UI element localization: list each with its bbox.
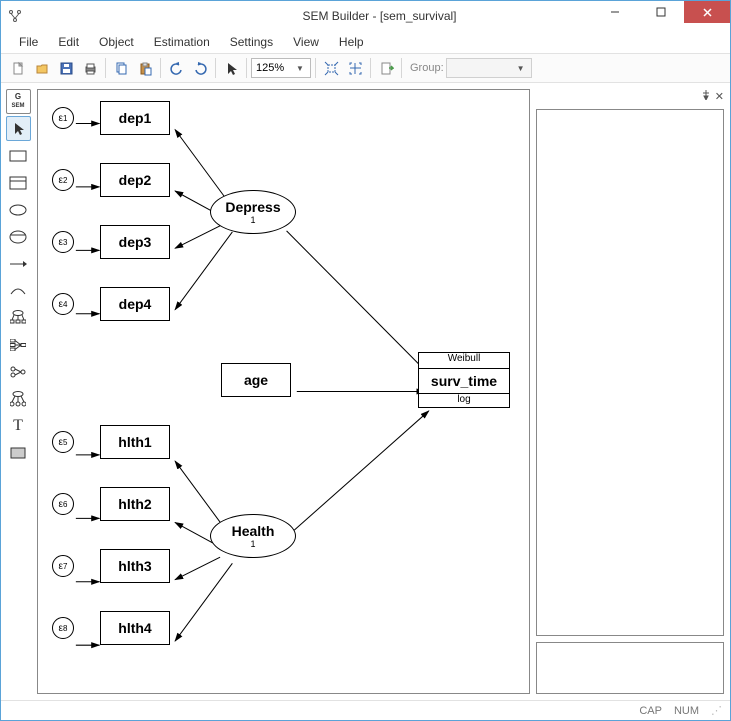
estimate-icon[interactable] [375, 57, 397, 79]
close-button[interactable] [684, 1, 730, 23]
menu-estimation[interactable]: Estimation [146, 33, 218, 51]
pin-icon[interactable] [701, 90, 711, 103]
outcome-surv-time[interactable]: Weibull surv_time log [418, 352, 510, 408]
error-e7[interactable]: ε7 [52, 555, 74, 577]
menu-object[interactable]: Object [91, 33, 142, 51]
canvas-area: ε1 ε2 ε3 ε4 ε5 ε6 ε7 ε8 dep1 dep2 dep3 d… [35, 83, 536, 700]
observed-dep4[interactable]: dep4 [100, 287, 170, 321]
chevron-down-icon: ▼ [296, 64, 306, 73]
tool-regression[interactable] [6, 332, 31, 357]
save-icon[interactable] [55, 57, 77, 79]
tool-latent[interactable] [6, 197, 31, 222]
error-e6[interactable]: ε6 [52, 493, 74, 515]
latent-health-sub: 1 [250, 539, 255, 549]
menu-view[interactable]: View [285, 33, 327, 51]
toolbox: GSEM [1, 83, 35, 700]
minimize-button[interactable] [592, 1, 638, 23]
toolbar: 125% ▼ Group: ▼ [1, 53, 730, 83]
latent-depress-label: Depress [225, 199, 280, 215]
group-select[interactable]: ▼ [446, 58, 532, 78]
tool-text[interactable]: T [6, 413, 31, 438]
diagram-canvas[interactable]: ε1 ε2 ε3 ε4 ε5 ε6 ε7 ε8 dep1 dep2 dep3 d… [37, 89, 530, 694]
tool-multilevel[interactable] [6, 359, 31, 384]
zoom-value: 125% [256, 62, 284, 74]
error-e5[interactable]: ε5 [52, 431, 74, 453]
tool-gsem[interactable]: GSEM [6, 89, 31, 114]
zoom100-icon[interactable] [344, 57, 366, 79]
outcome-link: log [419, 393, 509, 407]
error-e2[interactable]: ε2 [52, 169, 74, 191]
outcome-name: surv_time [419, 369, 509, 393]
error-e3[interactable]: ε3 [52, 231, 74, 253]
menu-edit[interactable]: Edit [50, 33, 87, 51]
outcome-family: Weibull [419, 353, 509, 369]
right-panel: ✕ [536, 83, 730, 700]
open-file-icon[interactable] [31, 57, 53, 79]
error-e8[interactable]: ε8 [52, 617, 74, 639]
tool-latent-gen[interactable] [6, 224, 31, 249]
pointer-icon[interactable] [220, 57, 242, 79]
print-icon[interactable] [79, 57, 101, 79]
menu-settings[interactable]: Settings [222, 33, 281, 51]
app-window: SEM Builder - [sem_survival] File Edit O… [0, 0, 731, 721]
title-bar: SEM Builder - [sem_survival] [1, 1, 730, 31]
tool-area[interactable] [6, 440, 31, 465]
info-panel[interactable] [536, 642, 724, 694]
tool-covariance[interactable] [6, 278, 31, 303]
tool-select[interactable] [6, 116, 31, 141]
zoom-combo[interactable]: 125% ▼ [251, 58, 311, 78]
observed-dep1[interactable]: dep1 [100, 101, 170, 135]
status-cap: CAP [639, 705, 662, 717]
observed-dep2[interactable]: dep2 [100, 163, 170, 197]
undo-icon[interactable] [165, 57, 187, 79]
observed-age[interactable]: age [221, 363, 291, 397]
error-e4[interactable]: ε4 [52, 293, 74, 315]
paste-icon[interactable] [134, 57, 156, 79]
tool-observed-gen[interactable] [6, 170, 31, 195]
app-logo-icon [1, 2, 29, 30]
tool-path[interactable] [6, 251, 31, 276]
error-e1[interactable]: ε1 [52, 107, 74, 129]
status-bar: CAP NUM ⋰ [1, 700, 730, 720]
latent-health-label: Health [232, 523, 275, 539]
observed-hlth4[interactable]: hlth4 [100, 611, 170, 645]
tool-measurement[interactable] [6, 305, 31, 330]
resize-grip-icon[interactable]: ⋰ [711, 704, 722, 717]
group-label: Group: [410, 62, 444, 74]
observed-hlth3[interactable]: hlth3 [100, 549, 170, 583]
observed-hlth2[interactable]: hlth2 [100, 487, 170, 521]
copy-icon[interactable] [110, 57, 132, 79]
main-area: GSEM [1, 83, 730, 700]
chevron-down-icon: ▼ [517, 64, 527, 73]
latent-depress-sub: 1 [250, 215, 255, 225]
menu-help[interactable]: Help [331, 33, 372, 51]
maximize-button[interactable] [638, 1, 684, 23]
properties-panel[interactable] [536, 109, 724, 636]
status-num: NUM [674, 705, 699, 717]
latent-health[interactable]: Health 1 [210, 514, 296, 558]
close-panel-icon[interactable]: ✕ [715, 90, 724, 103]
new-file-icon[interactable] [7, 57, 29, 79]
tool-multilevel-gen[interactable] [6, 386, 31, 411]
menu-file[interactable]: File [11, 33, 46, 51]
redo-icon[interactable] [189, 57, 211, 79]
fit-icon[interactable] [320, 57, 342, 79]
observed-dep3[interactable]: dep3 [100, 225, 170, 259]
menu-bar: File Edit Object Estimation Settings Vie… [1, 31, 730, 53]
tool-observed[interactable] [6, 143, 31, 168]
latent-depress[interactable]: Depress 1 [210, 190, 296, 234]
observed-hlth1[interactable]: hlth1 [100, 425, 170, 459]
